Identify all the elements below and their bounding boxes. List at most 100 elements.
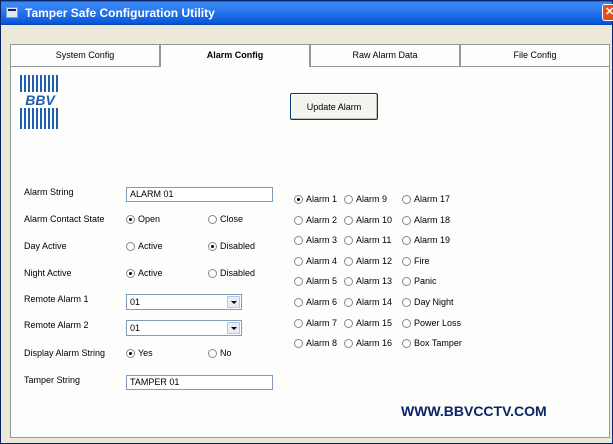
- alarm-radio[interactable]: Day Night: [402, 297, 454, 307]
- alarm-radio[interactable]: Alarm 15: [344, 318, 392, 328]
- radio-label: Alarm 8: [306, 338, 338, 348]
- radio-label: Panic: [414, 276, 437, 286]
- radio-label: Alarm 18: [414, 215, 451, 225]
- alarm-radio[interactable]: Fire: [402, 256, 430, 266]
- update-alarm-button[interactable]: Update Alarm: [290, 93, 378, 120]
- window-content: System Config Alarm Config Raw Alarm Dat…: [5, 29, 610, 441]
- alarm-radio[interactable]: Alarm 13: [344, 276, 392, 286]
- alarm-radio[interactable]: Panic: [402, 276, 437, 286]
- radio-dot: [344, 276, 353, 286]
- radio-dot: [344, 256, 353, 266]
- tab-alarm-config[interactable]: Alarm Config: [160, 44, 310, 67]
- radio-label: Alarm 4: [306, 256, 338, 266]
- alarm-string-input[interactable]: ALARM 01: [126, 187, 273, 202]
- radio-dot: [402, 256, 411, 266]
- radio-dot: [294, 318, 303, 328]
- radio-label: Alarm 12: [356, 256, 393, 266]
- display-no-radio[interactable]: No: [208, 348, 232, 358]
- radio-label: Alarm 7: [306, 318, 338, 328]
- alarm-radio[interactable]: Alarm 16: [344, 338, 392, 348]
- alarm-config-panel: [10, 66, 610, 438]
- radio-dot: [208, 241, 217, 251]
- alarm-string-label: Alarm String: [24, 187, 74, 197]
- radio-label: Alarm 19: [414, 235, 451, 245]
- alarm-radio[interactable]: Alarm 7: [294, 318, 337, 328]
- select-value: 01: [130, 323, 141, 333]
- alarm-radio[interactable]: Alarm 12: [344, 256, 392, 266]
- radio-label: Day Night: [414, 297, 454, 307]
- radio-label: Alarm 14: [356, 297, 393, 307]
- radio-label: Active: [138, 241, 163, 251]
- alarm-radio[interactable]: Box Tamper: [402, 338, 462, 348]
- radio-dot: [402, 235, 411, 245]
- night-active-label: Night Active: [24, 268, 72, 278]
- contact-state-open-radio[interactable]: Open: [126, 214, 160, 224]
- radio-label: Alarm 6: [306, 297, 338, 307]
- radio-dot: [402, 338, 411, 348]
- night-active-radio[interactable]: Active: [126, 268, 163, 278]
- day-active-label: Day Active: [24, 241, 67, 251]
- alarm-radio[interactable]: Alarm 1: [294, 194, 337, 204]
- chevron-down-icon[interactable]: [227, 296, 240, 308]
- radio-dot: [344, 194, 353, 204]
- alarm-radio[interactable]: Alarm 5: [294, 276, 337, 286]
- alarm-radio[interactable]: Alarm 4: [294, 256, 337, 266]
- day-active-radio[interactable]: Active: [126, 241, 163, 251]
- contact-state-close-radio[interactable]: Close: [208, 214, 243, 224]
- radio-dot: [294, 215, 303, 225]
- app-icon: [6, 7, 18, 18]
- bbv-logo: BBV: [19, 75, 61, 129]
- radio-dot: [126, 214, 135, 224]
- radio-dot: [294, 194, 303, 204]
- alarm-radio[interactable]: Alarm 2: [294, 215, 337, 225]
- tab-raw-alarm-data[interactable]: Raw Alarm Data: [310, 44, 460, 66]
- radio-dot: [208, 214, 217, 224]
- tab-file-config[interactable]: File Config: [460, 44, 610, 66]
- remote-alarm-2-select[interactable]: 01: [126, 320, 242, 336]
- day-disabled-radio[interactable]: Disabled: [208, 241, 255, 251]
- radio-dot: [126, 268, 135, 278]
- radio-label: Alarm 9: [356, 194, 388, 204]
- radio-label: No: [220, 348, 232, 358]
- remote-alarm-1-select[interactable]: 01: [126, 294, 242, 310]
- alarm-radio[interactable]: Alarm 11: [344, 235, 391, 245]
- tab-system-config[interactable]: System Config: [10, 44, 160, 66]
- radio-dot: [126, 348, 135, 358]
- alarm-radio[interactable]: Power Loss: [402, 318, 461, 328]
- radio-label: Alarm 11: [356, 235, 392, 245]
- alarm-radio[interactable]: Alarm 8: [294, 338, 337, 348]
- alarm-radio[interactable]: Alarm 9: [344, 194, 387, 204]
- chevron-down-icon[interactable]: [227, 322, 240, 334]
- close-button[interactable]: ✕: [602, 4, 613, 21]
- title-bar[interactable]: Tamper Safe Configuration Utility ✕: [1, 1, 613, 25]
- radio-label: Alarm 2: [306, 215, 338, 225]
- display-yes-radio[interactable]: Yes: [126, 348, 153, 358]
- radio-dot: [402, 297, 411, 307]
- radio-label: Active: [138, 268, 163, 278]
- radio-dot: [294, 235, 303, 245]
- radio-dot: [344, 318, 353, 328]
- window-title: Tamper Safe Configuration Utility: [25, 6, 215, 20]
- radio-dot: [402, 194, 411, 204]
- alarm-radio[interactable]: Alarm 3: [294, 235, 337, 245]
- alarm-radio[interactable]: Alarm 18: [402, 215, 450, 225]
- alarm-radio[interactable]: Alarm 19: [402, 235, 450, 245]
- svg-text:BBV: BBV: [25, 92, 56, 108]
- radio-dot: [294, 297, 303, 307]
- radio-label: Fire: [414, 256, 430, 266]
- radio-label: Alarm 16: [356, 338, 393, 348]
- radio-label: Close: [220, 214, 244, 224]
- alarm-radio[interactable]: Alarm 14: [344, 297, 392, 307]
- tamper-string-input[interactable]: TAMPER 01: [126, 375, 273, 390]
- radio-dot: [402, 215, 411, 225]
- alarm-radio[interactable]: Alarm 10: [344, 215, 392, 225]
- radio-label: Disabled: [220, 268, 256, 278]
- alarm-radio[interactable]: Alarm 6: [294, 297, 337, 307]
- radio-label: Alarm 3: [306, 235, 338, 245]
- radio-label: Power Loss: [414, 318, 462, 328]
- alarm-radio[interactable]: Alarm 17: [402, 194, 450, 204]
- radio-dot: [126, 241, 135, 251]
- remote-alarm-2-label: Remote Alarm 2: [24, 320, 89, 330]
- night-disabled-radio[interactable]: Disabled: [208, 268, 255, 278]
- radio-dot: [344, 338, 353, 348]
